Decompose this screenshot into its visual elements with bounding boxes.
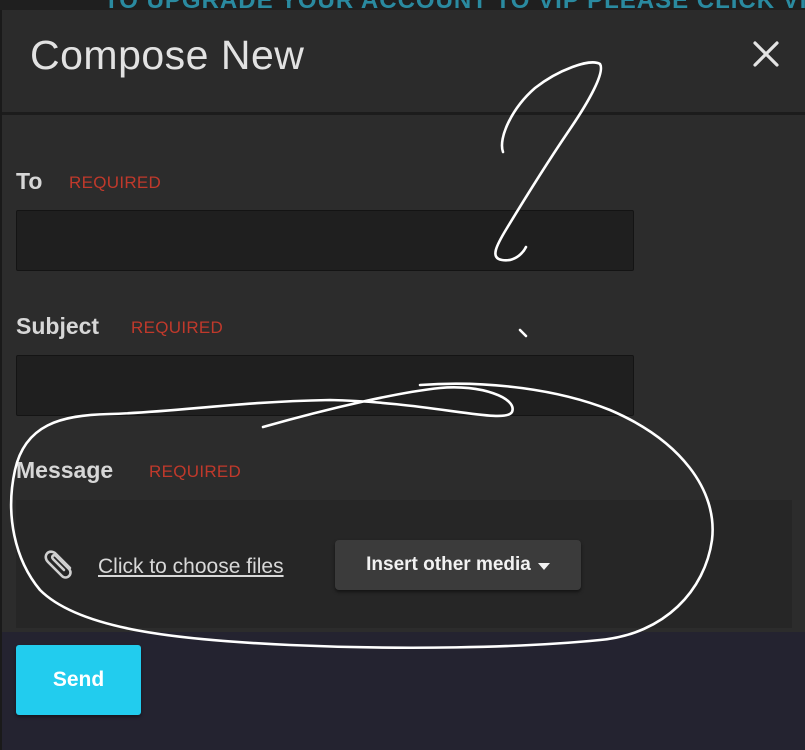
paperclip-icon[interactable]	[42, 542, 80, 582]
message-required-badge: REQUIRED	[149, 462, 242, 481]
compose-dialog: Compose New To REQUIRED Subject REQUIRED…	[0, 10, 805, 750]
page: TO UPGRADE YOUR ACCOUNT TO VIP PLEASE CL…	[0, 0, 805, 750]
to-required-badge: REQUIRED	[69, 173, 162, 192]
to-field[interactable]	[16, 210, 634, 271]
close-icon	[753, 41, 779, 67]
subject-label: Subject	[16, 313, 100, 339]
to-label: To	[16, 168, 43, 194]
message-label: Message	[16, 457, 114, 483]
choose-files-link[interactable]: Click to choose files	[98, 555, 284, 579]
upgrade-banner[interactable]: TO UPGRADE YOUR ACCOUNT TO VIP PLEASE CL…	[0, 0, 805, 10]
caret-down-icon	[537, 562, 550, 570]
upgrade-banner-text[interactable]: TO UPGRADE YOUR ACCOUNT TO VIP PLEASE CL…	[104, 0, 805, 10]
insert-media-label: Insert other media	[366, 554, 531, 575]
dialog-header: Compose New	[2, 10, 805, 115]
subject-required-badge: REQUIRED	[131, 318, 224, 337]
close-button[interactable]	[746, 34, 786, 74]
send-label: Send	[52, 668, 105, 691]
send-button[interactable]: Send	[16, 645, 141, 715]
subject-field[interactable]	[16, 355, 634, 416]
insert-media-button[interactable]: Insert other media	[335, 540, 581, 590]
dialog-title: Compose New	[30, 32, 305, 78]
